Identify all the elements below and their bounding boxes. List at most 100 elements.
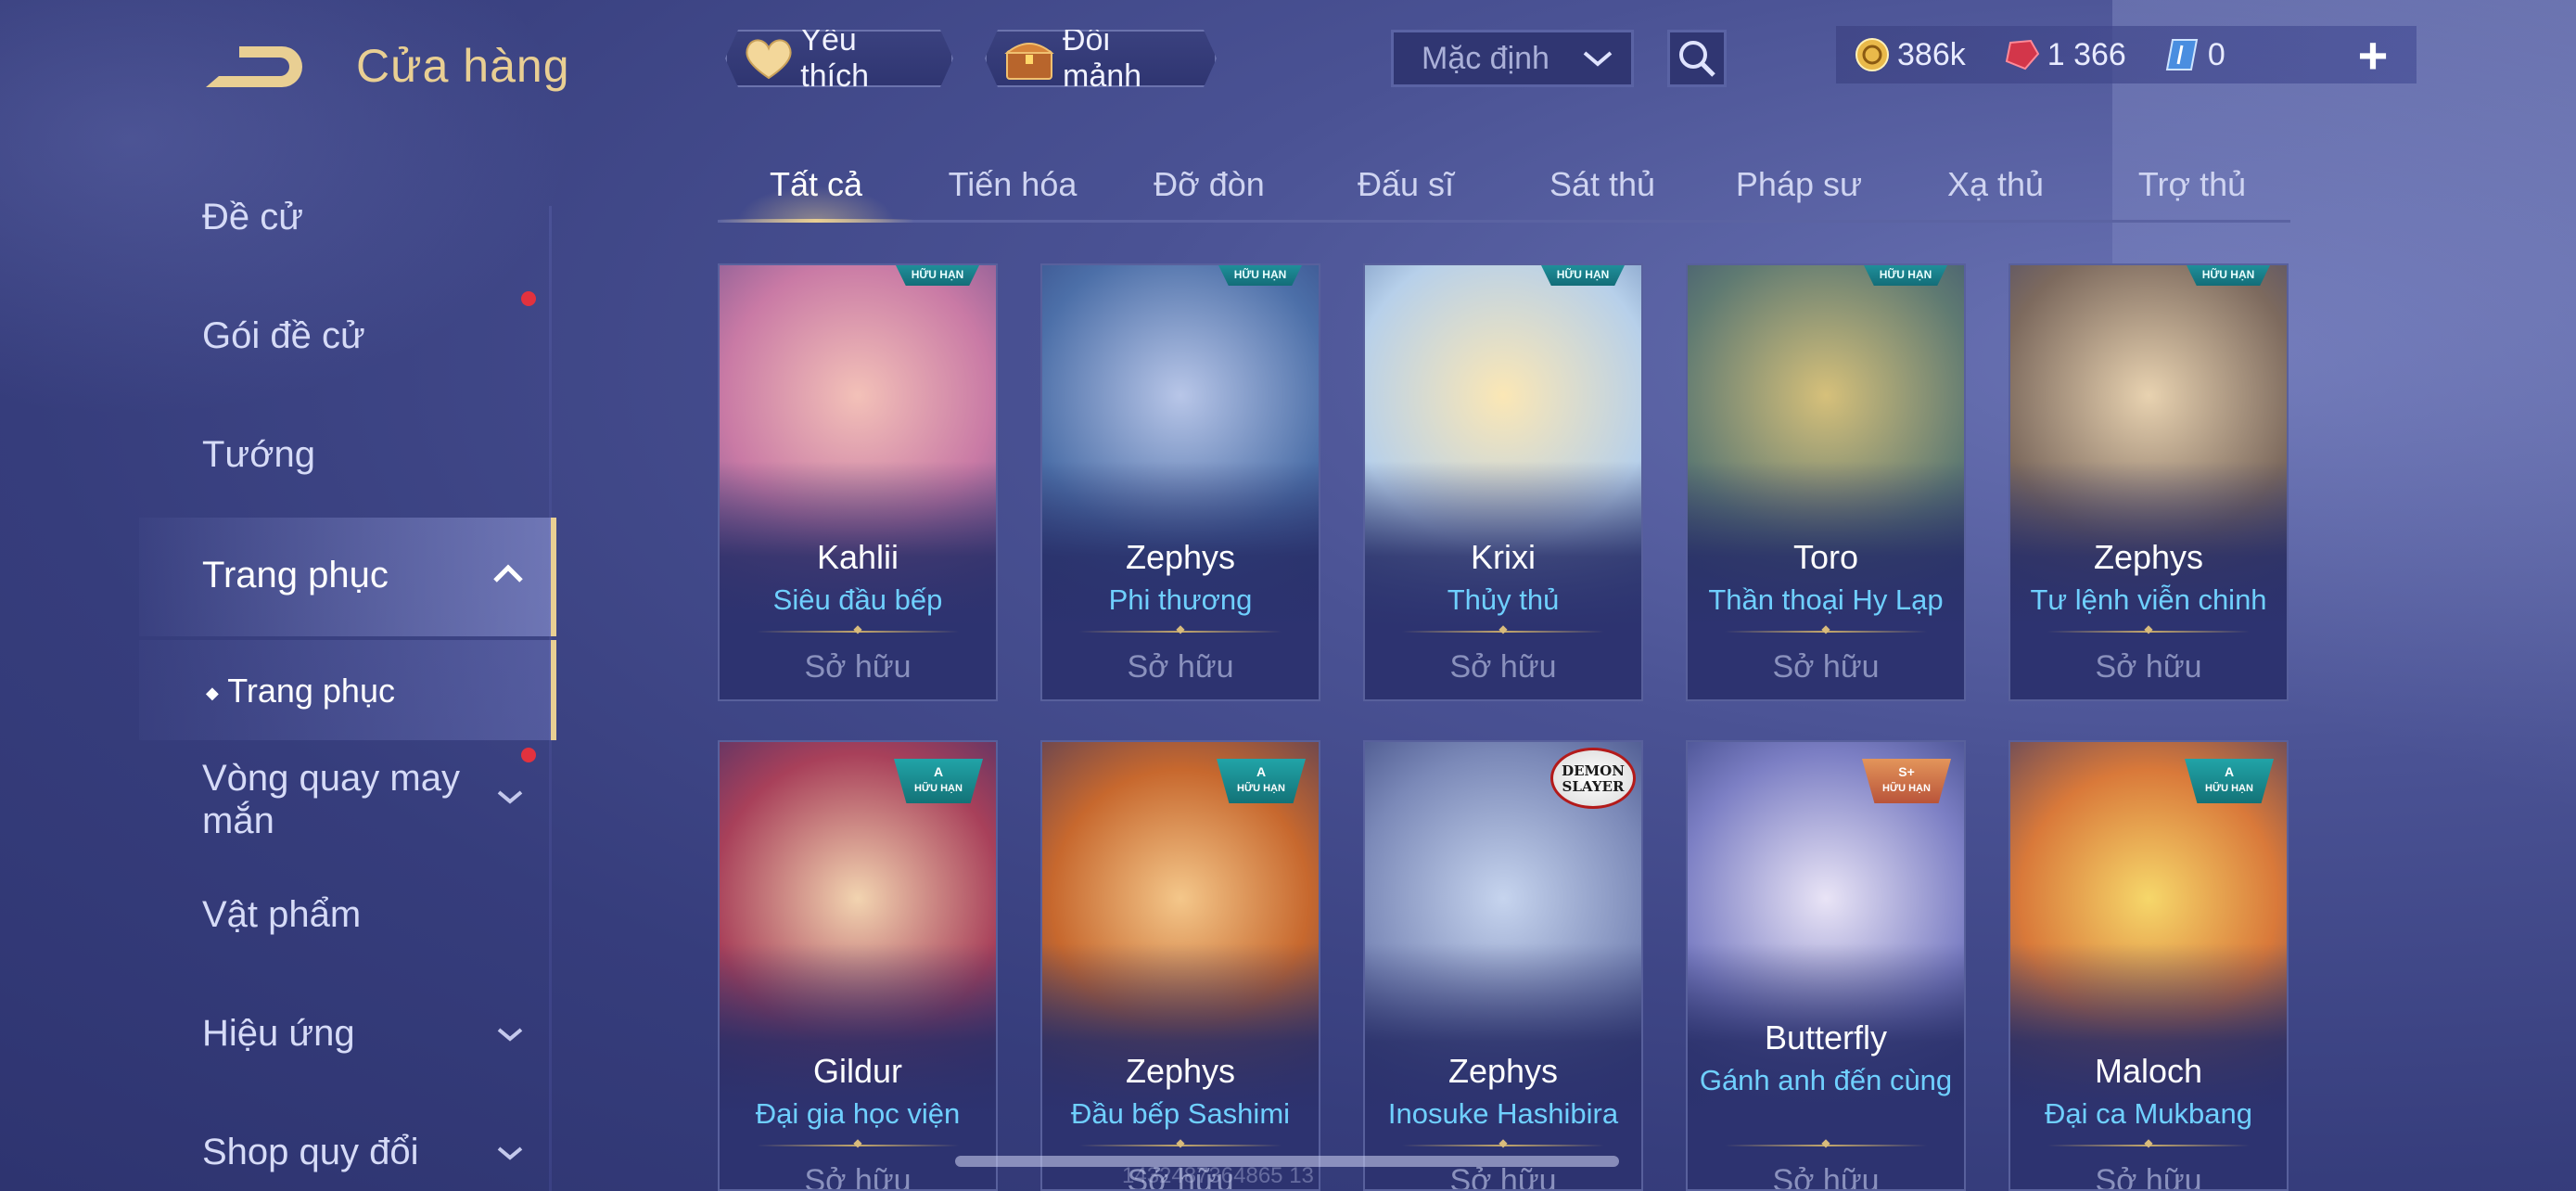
- card-separator: [757, 1145, 959, 1146]
- sort-dropdown[interactable]: Mặc định: [1391, 30, 1634, 87]
- card-separator: [1725, 1145, 1927, 1146]
- add-currency-button[interactable]: +: [2350, 25, 2396, 84]
- skin-card[interactable]: A HỮU HẠN Gildur Đại gia học viện Sở hữu: [718, 740, 998, 1191]
- voucher-icon: [2165, 39, 2199, 70]
- collab-text: DEMON SLAYER: [1562, 762, 1625, 795]
- watermark-text: 1432487364865 13: [1122, 1163, 1314, 1188]
- sidebar-item-exchange-shop[interactable]: Shop quy đổi: [202, 1132, 419, 1173]
- grade-a-badge: A HỮU HẠN: [1217, 759, 1306, 803]
- sidebar-subitem-label: Trang phục: [227, 672, 395, 710]
- tab-mage[interactable]: Pháp sư: [1701, 158, 1897, 220]
- grade-a-badge: A HỮU HẠN: [894, 759, 983, 803]
- sort-value: Mặc định: [1422, 40, 1549, 76]
- search-icon: [1679, 41, 1715, 77]
- favorites-button[interactable]: Yêu thích: [725, 30, 953, 87]
- skin-name: Đầu bếp Sashimi: [1070, 1097, 1291, 1130]
- skin-card[interactable]: AHỮU HẠN Zephys Đầu bếp Sashimi Sở hữu: [1040, 740, 1320, 1191]
- chevron-down-icon: [497, 1146, 523, 1160]
- plus-icon: +: [2357, 25, 2389, 84]
- chevron-up-icon: [493, 564, 523, 583]
- chevron-down-icon: [497, 1028, 523, 1042]
- sidebar-item-heroes[interactable]: Tướng: [202, 434, 315, 476]
- limited-text: HỮU HẠN: [1882, 783, 1931, 794]
- sidebar-item-lucky-wheel[interactable]: Vòng quay may mắn: [202, 757, 508, 842]
- sidebar-item-recommended[interactable]: Đề cử: [202, 197, 303, 238]
- hero-name: Zephys: [2093, 538, 2204, 576]
- shard-exchange-label: Đổi mảnh: [1063, 22, 1142, 94]
- limited-text: HỮU HẠN: [914, 783, 963, 794]
- notification-dot: [521, 291, 536, 306]
- hero-name: Gildur: [812, 1052, 903, 1090]
- card-separator: [1402, 631, 1604, 633]
- owned-status: Sở hữu: [1449, 1163, 1557, 1191]
- sidebar-item-effects[interactable]: Hiệu ứng: [202, 1013, 355, 1055]
- voucher-currency: 0: [2163, 36, 2225, 73]
- tab-assassin[interactable]: Sát thủ: [1504, 158, 1701, 220]
- page-title: Cửa hàng: [356, 40, 570, 92]
- currency-bar: 386k 1 366 0: [1836, 26, 2417, 83]
- skin-card[interactable]: HỮU HẠN Zephys Tư lệnh viễn chinh Sở hữu: [2009, 263, 2289, 701]
- card-separator: [2047, 631, 2250, 633]
- card-separator: [2047, 1145, 2250, 1146]
- skin-card[interactable]: A HỮU HẠN Maloch Đại ca Mukbang Sở hữu: [2009, 740, 2289, 1191]
- skin-card[interactable]: HỮU HẠN Zephys Phi thương Sở hữu: [1040, 263, 1320, 701]
- diamond-bullet-icon: ◆: [206, 683, 219, 702]
- red-gem-icon: [2005, 39, 2039, 70]
- skin-card[interactable]: HỮU HẠN Toro Thần thoại Hy Lạp Sở hữu: [1686, 263, 1966, 701]
- skin-card[interactable]: HỮU HẠN Kahlii Siêu đầu bếp Sở hữu: [718, 263, 998, 701]
- sidebar-item-skins[interactable]: Trang phục: [202, 555, 389, 596]
- grade-text: A: [933, 764, 944, 779]
- skin-name: Đại ca Mukbang: [2044, 1097, 2252, 1130]
- card-separator: [757, 631, 959, 633]
- home-indicator[interactable]: [955, 1156, 1619, 1167]
- search-button[interactable]: [1667, 30, 1727, 87]
- owned-status: Sở hữu: [1127, 649, 1234, 685]
- skin-card[interactable]: DEMON SLAYER Zephys Inosuke Hashibira Sở…: [1363, 740, 1643, 1191]
- sidebar-item-items[interactable]: Vật phẩm: [202, 894, 361, 936]
- tab-support[interactable]: Trợ thủ: [2094, 158, 2290, 220]
- skin-card[interactable]: HỮU HẠN Krixi Thủy thủ Sở hữu: [1363, 263, 1643, 701]
- gold-currency: 386k: [1855, 37, 1966, 73]
- skin-grid: HỮU HẠN Kahlii Siêu đầu bếp Sở hữu HỮU H…: [718, 263, 2294, 1191]
- hero-name: Zephys: [1125, 1052, 1236, 1090]
- limited-text: HỮU HẠN: [2205, 783, 2253, 794]
- grade-a-badge: A HỮU HẠN: [2185, 759, 2274, 803]
- tab-marksman[interactable]: Xạ thủ: [1897, 158, 2094, 220]
- voucher-amount: 0: [2207, 36, 2225, 72]
- hero-name: Zephys: [1447, 1052, 1559, 1090]
- skin-name: Siêu đầu bếp: [772, 583, 943, 616]
- tab-evolution[interactable]: Tiến hóa: [914, 158, 1111, 220]
- hero-name: Kahlii: [816, 538, 899, 576]
- card-separator: [1079, 631, 1282, 633]
- hero-name: Toro: [1792, 538, 1859, 576]
- back-button[interactable]: [202, 39, 310, 96]
- heart-icon: [744, 34, 793, 83]
- card-separator: [1079, 1145, 1282, 1146]
- tab-fighter[interactable]: Đấu sĩ: [1307, 158, 1504, 220]
- back-arrow-icon: [206, 46, 302, 87]
- shard-exchange-button[interactable]: Đổi mảnh: [985, 30, 1217, 87]
- grade-text: S+: [1898, 764, 1915, 779]
- skin-name: Inosuke Hashibira: [1387, 1097, 1619, 1130]
- sidebar-subitem-skins[interactable]: ◆ Trang phục: [206, 672, 395, 711]
- hero-name: Zephys: [1125, 538, 1236, 576]
- limited-badge: HỮU HẠN: [1541, 265, 1625, 286]
- gem-currency: 1 366: [2003, 37, 2126, 73]
- skin-name: Tư lệnh viễn chinh: [2030, 583, 2267, 616]
- skin-card[interactable]: S+ HỮU HẠN Butterfly Gánh anh đến cùng Sở…: [1686, 740, 1966, 1191]
- gem-amount: 1 366: [2047, 36, 2126, 72]
- grade-text: A: [2224, 764, 2235, 779]
- treasure-chest-icon: [1003, 34, 1055, 83]
- grade-text: A: [1256, 764, 1267, 779]
- owned-status: Sở hữu: [1449, 649, 1557, 685]
- skin-name: Đại gia học viện: [755, 1097, 961, 1130]
- limited-badge: HỮU HẠN: [896, 265, 979, 286]
- card-separator: [1725, 631, 1927, 633]
- limited-badge: HỮU HẠN: [1864, 265, 1947, 286]
- owned-status: Sở hữu: [1772, 1163, 1880, 1191]
- tab-all[interactable]: Tất cả: [718, 158, 914, 223]
- notification-dot: [521, 748, 536, 762]
- owned-status: Sở hữu: [804, 649, 912, 685]
- tab-tank[interactable]: Đỡ đòn: [1111, 158, 1307, 220]
- sidebar-item-recommended-packs[interactable]: Gói đề cử: [202, 315, 365, 357]
